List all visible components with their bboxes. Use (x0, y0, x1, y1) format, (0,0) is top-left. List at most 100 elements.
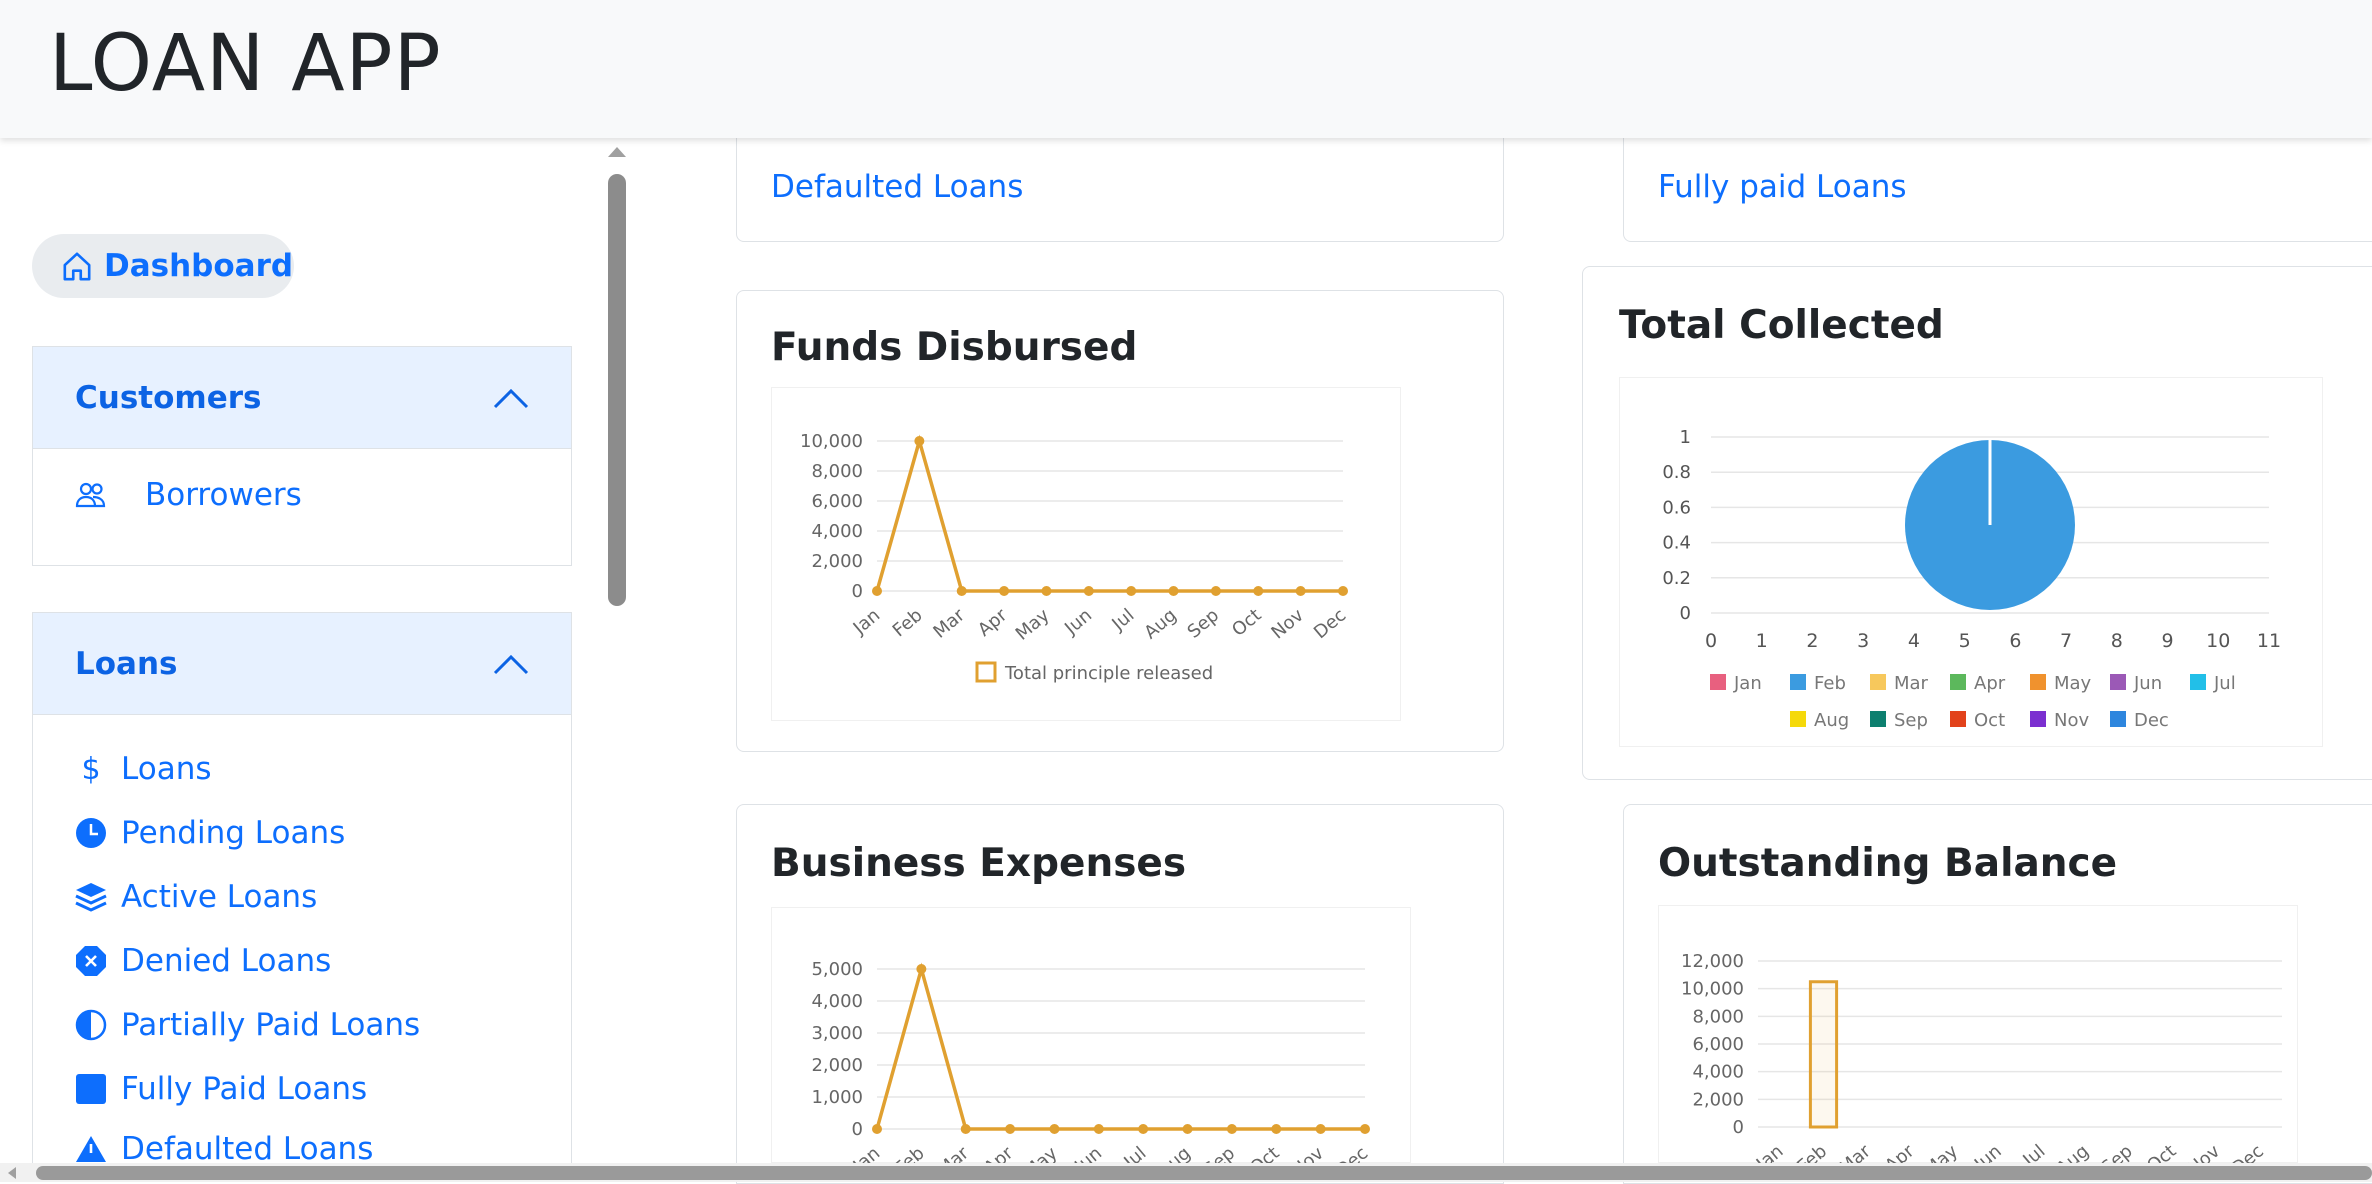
sidebar-item-fully-paid-loans[interactable]: Fully Paid Loans (73, 1071, 367, 1107)
business-expenses-title: Business Expenses (771, 841, 1187, 886)
active-loans-label: Active Loans (121, 879, 318, 915)
x-octagon-icon (73, 945, 109, 977)
sidebar-item-denied-loans[interactable]: Denied Loans (73, 943, 331, 979)
x-tick-label: Jan (849, 605, 885, 640)
square-icon (73, 1073, 109, 1105)
y-tick-label: 0 (852, 581, 863, 602)
funds-disbursed-card: Funds Disbursed 10,000 8,000 6,000 4,000 2,0… (736, 290, 1504, 752)
x-tick-label: Jan (849, 1143, 885, 1163)
sidebar-item-active-loans[interactable]: Active Loans (73, 879, 317, 915)
x-tick-label: Jul (1107, 605, 1138, 636)
defaulted-loans-label: Defaulted Loans (121, 1131, 374, 1163)
total-collected-title: Total Collected (1619, 303, 1944, 348)
sidebar-item-loans[interactable]: $ Loans (73, 751, 212, 787)
x-tick-label: 2 (1806, 630, 1818, 652)
x-tick-label: Jul (1119, 1143, 1150, 1163)
x-tick-label: Nov (2184, 1141, 2225, 1163)
bar (1808, 980, 1839, 1129)
y-tick-label: 10,000 (1681, 979, 1744, 1000)
legend-swatch (2030, 711, 2046, 727)
legend-swatch (2030, 674, 2046, 690)
horizontal-scrollbar-thumb[interactable] (36, 1166, 2372, 1180)
x-tick-label: Feb (1793, 1141, 1831, 1163)
business-expenses-card: Business Expenses 5,000 4,000 3,000 2,000 1,… (736, 804, 1504, 1184)
y-tick-label: 5,000 (811, 959, 863, 980)
y-tick-label: 1,000 (811, 1087, 863, 1108)
x-tick-label: Aug (2053, 1141, 2093, 1163)
sidebar-item-partially-paid-loans[interactable]: Partially Paid Loans (73, 1007, 420, 1043)
legend-swatch (1710, 674, 1726, 690)
layers-icon (73, 882, 109, 912)
data-point (1168, 586, 1179, 596)
x-tick-label: Aug (1154, 1143, 1194, 1163)
y-tick-label: 0 (852, 1119, 863, 1140)
y-tick-label: 10,000 (800, 431, 863, 452)
legend-swatch (1790, 711, 1806, 727)
data-point (1271, 1124, 1282, 1134)
legend-swatch (975, 661, 997, 683)
x-tick-label: Jul (2019, 1141, 2050, 1163)
legend-swatch (1950, 674, 1966, 690)
x-tick-label: 11 (2257, 630, 2281, 652)
x-tick-label: Jun (1070, 1143, 1106, 1163)
sidebar-item-borrowers[interactable]: Borrowers (73, 477, 302, 513)
data-point (872, 1124, 882, 1134)
x-tick-label: 3 (1857, 630, 1869, 652)
dashboard-label: Dashboard (104, 248, 294, 284)
y-tick-label: 6,000 (1692, 1034, 1744, 1055)
data-point (1360, 1124, 1370, 1134)
y-tick-label: 4,000 (1692, 1062, 1744, 1083)
data-point (1093, 1124, 1104, 1134)
defaulted-loans-card: Defaulted Loans (736, 120, 1504, 242)
borrowers-label: Borrowers (145, 477, 302, 513)
x-tick-label: Mar (1835, 1140, 1875, 1163)
sidebar-item-defaulted-loans[interactable]: Defaulted Loans (73, 1131, 373, 1163)
data-point (1210, 586, 1221, 596)
legend-swatch (1870, 674, 1886, 690)
loans-item-label: Loans (121, 751, 212, 787)
x-tick-label: Dec (1332, 1143, 1372, 1163)
data-point (999, 586, 1010, 596)
sidebar-item-pending-loans[interactable]: Pending Loans (73, 815, 345, 851)
pending-loans-label: Pending Loans (121, 815, 346, 851)
customers-accordion: Customers Borrowers (32, 346, 572, 566)
legend-label: Dec (2134, 710, 2169, 731)
chevron-up-icon (493, 388, 529, 408)
legend-label: Jan (1733, 673, 1762, 694)
scroll-left-arrow[interactable] (8, 1167, 16, 1179)
x-tick-label: 7 (2060, 630, 2072, 652)
data-point (1315, 1124, 1326, 1134)
y-tick-label: 3,000 (811, 1023, 863, 1044)
x-tick-label: Aug (1140, 605, 1180, 644)
customers-accordion-header[interactable]: Customers (33, 347, 571, 449)
sidebar-scroll-up-arrow[interactable] (608, 147, 626, 157)
legend-label: Oct (1974, 710, 2005, 731)
y-tick-label: 4,000 (811, 521, 863, 542)
legend-swatch (1790, 674, 1806, 690)
sidebar-scrollbar-thumb[interactable] (608, 174, 626, 606)
defaulted-loans-link[interactable]: Defaulted Loans (771, 169, 1023, 205)
x-tick-label: 8 (2111, 630, 2123, 652)
legend-swatch (2110, 674, 2126, 690)
y-tick-label: 12,000 (1681, 951, 1744, 972)
dollar-icon: $ (73, 753, 109, 785)
legend-label: Apr (1974, 673, 2006, 694)
x-tick-label: Feb (889, 605, 927, 642)
loans-accordion-header[interactable]: Loans (33, 613, 571, 715)
x-tick-label: Jun (1970, 1141, 2006, 1163)
data-point (1005, 1124, 1016, 1134)
svg-text:$: $ (81, 753, 100, 785)
y-tick-label: 2,000 (1692, 1089, 1744, 1110)
app-brand[interactable]: LOAN APP (49, 18, 442, 110)
y-tick-label: 0 (1680, 603, 1691, 624)
y-tick-label: 0.8 (1662, 462, 1691, 483)
x-tick-label: Dec (1310, 605, 1350, 643)
dashboard-nav-button[interactable]: Dashboard (32, 234, 294, 298)
business-expenses-chart: 5,000 4,000 3,000 2,000 1,000 0 Jan Feb Mar Apr Ma… (771, 907, 1411, 1163)
legend-swatch (1950, 711, 1966, 727)
horizontal-scrollbar[interactable] (0, 1163, 2372, 1182)
fully-paid-loans-label: Fully Paid Loans (121, 1071, 368, 1107)
funds-disbursed-chart: 10,000 8,000 6,000 4,000 2,000 0 Jan Feb Mar Apr M… (771, 387, 1401, 721)
y-tick-label: 6,000 (811, 491, 863, 512)
fully-paid-loans-link[interactable]: Fully paid Loans (1658, 169, 1907, 205)
